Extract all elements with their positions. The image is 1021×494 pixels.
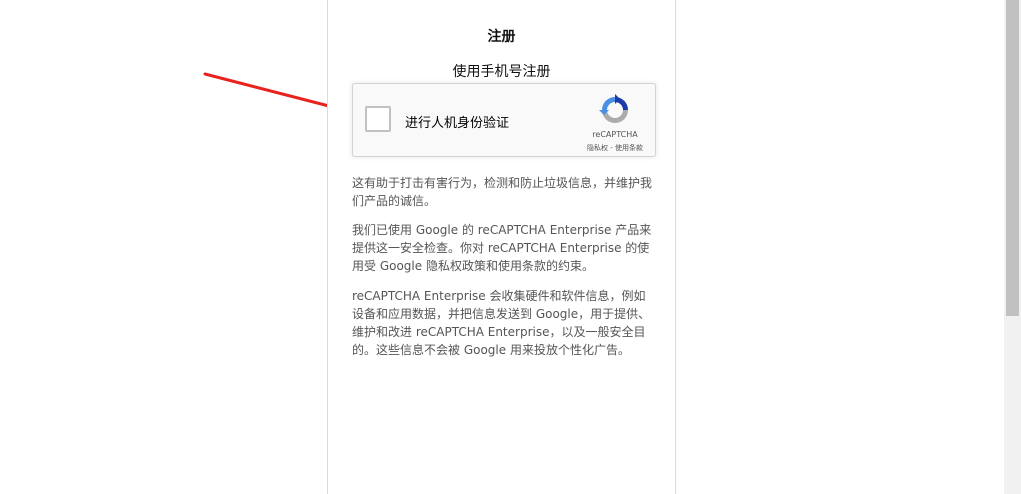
description-paragraph-2: 我们已使用 Google 的 reCAPTCHA Enterprise 产品来提… (352, 223, 652, 273)
recaptcha-brand: reCAPTCHA (592, 130, 638, 139)
recaptcha-label: 进行人机身份验证 (405, 116, 510, 131)
link-separator: - (608, 144, 615, 152)
page-scrollbar[interactable] (1004, 0, 1021, 494)
recaptcha-logo-icon (599, 94, 628, 123)
terms-link[interactable]: 使用条款 (615, 144, 643, 152)
signup-panel: 注册 使用手机号注册 进行人机身份验证 reCAPTCHA 隐私权 - 使用条款… (327, 0, 676, 494)
scrollbar-thumb[interactable] (1006, 0, 1019, 316)
recaptcha-widget: 进行人机身份验证 reCAPTCHA 隐私权 - 使用条款 (352, 83, 656, 157)
page-title: 注册 (487, 29, 516, 45)
recaptcha-checkbox[interactable] (365, 106, 391, 132)
description-paragraph-1: 这有助于打击有害行为，检测和防止垃圾信息，并维护我们产品的诚信。 (352, 176, 653, 208)
page-subtitle: 使用手机号注册 (452, 64, 551, 80)
recaptcha-links: 隐私权 - 使用条款 (575, 143, 655, 153)
privacy-link[interactable]: 隐私权 (587, 144, 608, 152)
description-paragraph-3: reCAPTCHA Enterprise 会收集硬件和软件信息，例如设备和应用数… (352, 289, 651, 357)
